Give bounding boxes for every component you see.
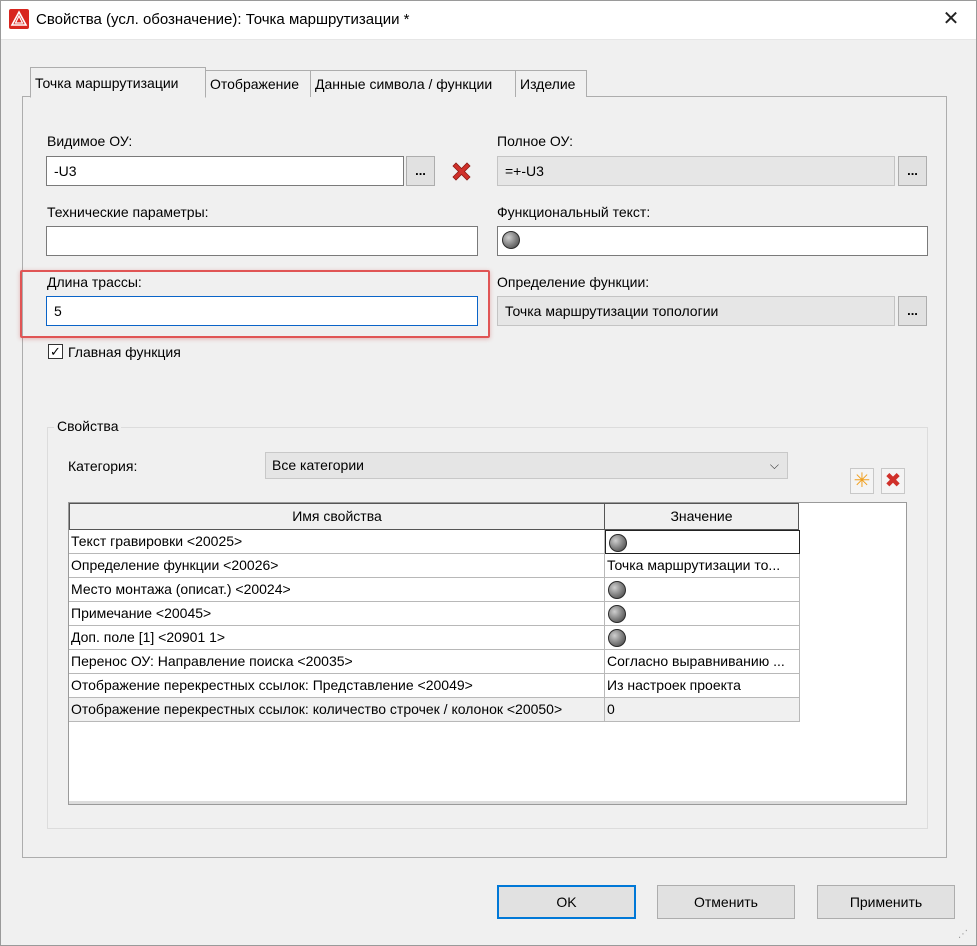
tech-params-label: Технические параметры: xyxy=(47,204,209,220)
property-value-cell[interactable] xyxy=(605,626,800,650)
category-label: Категория: xyxy=(68,458,138,474)
full-ou-browse-button[interactable]: ... xyxy=(898,156,927,186)
property-name-cell[interactable]: Доп. поле [1] <20901 1> xyxy=(69,626,605,650)
column-header-value[interactable]: Значение xyxy=(604,503,799,530)
tab-symbol-data[interactable]: Данные символа / функции xyxy=(310,70,516,97)
property-name-cell[interactable]: Место монтажа (описат.) <20024> xyxy=(69,578,605,602)
delete-icon[interactable] xyxy=(449,159,474,184)
cancel-button[interactable]: Отменить xyxy=(657,885,795,919)
property-name-cell[interactable]: Определение функции <20026> xyxy=(69,554,605,578)
ok-button[interactable]: OK xyxy=(497,885,636,919)
property-name-cell[interactable]: Отображение перекрестных ссылок: количес… xyxy=(69,698,605,722)
visible-ou-input[interactable]: -U3 xyxy=(46,156,404,186)
func-text-input[interactable] xyxy=(497,226,928,256)
full-ou-label: Полное ОУ: xyxy=(497,133,573,149)
chevron-down-icon: ⌵ xyxy=(769,458,779,472)
visible-ou-label: Видимое ОУ: xyxy=(47,133,133,149)
globe-icon xyxy=(608,581,626,599)
property-value-text: Из настроек проекта xyxy=(607,677,741,693)
property-value-text: Точка маршрутизации то... xyxy=(607,557,781,573)
apply-button[interactable]: Применить xyxy=(817,885,955,919)
tab-display[interactable]: Отображение xyxy=(205,70,311,97)
property-value-cell[interactable] xyxy=(605,530,800,554)
property-value-cell[interactable] xyxy=(605,602,800,626)
resize-grip-icon[interactable]: ⋰ xyxy=(958,928,972,942)
property-name-cell[interactable]: Отображение перекрестных ссылок: Предста… xyxy=(69,674,605,698)
property-value-cell[interactable]: Согласно выравниванию ... xyxy=(605,650,800,674)
app-logo-icon xyxy=(9,9,29,29)
property-value-text: 0 xyxy=(607,701,615,717)
column-header-name[interactable]: Имя свойства xyxy=(69,503,605,530)
route-length-input[interactable]: 5 xyxy=(46,296,478,326)
window-title: Свойства (усл. обозначение): Точка маршр… xyxy=(36,11,410,28)
property-value-cell[interactable]: 0 xyxy=(605,698,800,722)
main-function-label[interactable]: Главная функция xyxy=(68,344,181,360)
func-def-input: Точка маршрутизации топологии xyxy=(497,296,895,326)
grid-bottom-edge xyxy=(69,801,906,804)
close-icon[interactable]: ✕ xyxy=(938,6,964,32)
property-value-cell[interactable] xyxy=(605,578,800,602)
main-function-checkbox[interactable]: ✓ xyxy=(48,344,63,359)
category-value: Все категории xyxy=(272,457,364,473)
property-value-cell[interactable]: Точка маршрутизации то... xyxy=(605,554,800,578)
visible-ou-browse-button[interactable]: ... xyxy=(406,156,435,186)
globe-icon xyxy=(609,534,627,552)
property-name-cell[interactable]: Примечание <20045> xyxy=(69,602,605,626)
property-value-text: Согласно выравниванию ... xyxy=(607,653,785,669)
globe-icon xyxy=(608,605,626,623)
property-name-cell[interactable]: Перенос ОУ: Направление поиска <20035> xyxy=(69,650,605,674)
globe-icon xyxy=(502,231,520,249)
globe-icon xyxy=(608,629,626,647)
tab-routing-point[interactable]: Точка маршрутизации xyxy=(30,67,206,98)
delete-property-icon[interactable]: ✖ xyxy=(881,468,905,494)
property-value-cell[interactable]: Из настроек проекта xyxy=(605,674,800,698)
properties-group-title: Свойства xyxy=(54,418,122,434)
func-def-browse-button[interactable]: ... xyxy=(898,296,927,326)
properties-table[interactable]: Имя свойства Значение Текст гравировки <… xyxy=(68,502,907,805)
property-name-cell[interactable]: Текст гравировки <20025> xyxy=(69,530,605,554)
full-ou-input: =+-U3 xyxy=(497,156,895,186)
new-property-icon[interactable]: ✳ xyxy=(850,468,874,494)
route-length-label: Длина трассы: xyxy=(47,274,142,290)
category-select[interactable]: Все категории ⌵ xyxy=(265,452,788,479)
func-text-label: Функциональный текст: xyxy=(497,204,651,220)
func-def-label: Определение функции: xyxy=(497,274,650,290)
tab-product[interactable]: Изделие xyxy=(515,70,587,97)
tech-params-input[interactable] xyxy=(46,226,478,256)
